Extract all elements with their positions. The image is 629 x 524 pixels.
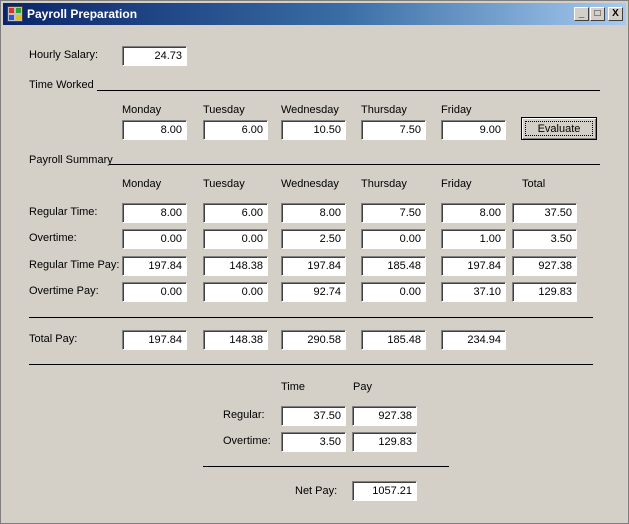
regular-time-thursday[interactable]: 7.50	[361, 203, 426, 223]
overtime-tuesday[interactable]: 0.00	[203, 229, 268, 249]
title-bar[interactable]: Payroll Preparation _ □ X	[3, 3, 626, 25]
time-worked-day-label: Friday	[441, 104, 472, 116]
overtime-pay-thursday[interactable]: 0.00	[361, 282, 426, 302]
regular-pay-monday[interactable]: 197.84	[122, 256, 187, 276]
payroll-window: Payroll Preparation _ □ X Hourly Salary:…	[0, 0, 629, 524]
monday-hours-input[interactable]: 8.00	[122, 120, 187, 140]
total-pay-tuesday[interactable]: 148.38	[203, 330, 268, 350]
totals-overtime-label: Overtime:	[223, 435, 271, 447]
overtime-pay-friday[interactable]: 37.10	[441, 282, 506, 302]
net-pay-divider	[203, 466, 449, 467]
time-worked-day-label: Monday	[122, 104, 162, 116]
close-icon: X	[612, 8, 619, 19]
regular-time-label: Regular Time:	[29, 206, 98, 218]
summary-column-header: Friday	[441, 178, 472, 190]
overtime-label: Overtime:	[29, 232, 77, 244]
summary-column-header: Wednesday	[281, 178, 339, 190]
overtime-thursday[interactable]: 0.00	[361, 229, 426, 249]
overtime-pay-total[interactable]: 129.83	[512, 282, 577, 302]
total-pay-label: Total Pay:	[29, 333, 78, 345]
window-title: Payroll Preparation	[27, 7, 138, 21]
overtime-pay-monday[interactable]: 0.00	[122, 282, 187, 302]
friday-hours-input[interactable]: 9.00	[441, 120, 506, 140]
focus-rectangle	[525, 121, 593, 136]
hourly-salary-input[interactable]: 24.73	[122, 46, 187, 66]
minimize-icon: _	[578, 8, 585, 19]
summary-column-header: Tuesday	[203, 178, 245, 190]
total-pay-divider	[29, 364, 593, 365]
hourly-salary-label: Hourly Salary:	[29, 49, 99, 61]
summary-column-header: Monday	[122, 178, 162, 190]
time-worked-day-label: Tuesday	[203, 104, 245, 116]
net-pay-label: Net Pay:	[295, 485, 338, 497]
time-worked-day-label: Wednesday	[281, 104, 339, 116]
overtime-wednesday[interactable]: 2.50	[281, 229, 346, 249]
payroll-summary-divider	[109, 164, 600, 165]
summary-column-header: Thursday	[361, 178, 407, 190]
overtime-pay-tuesday[interactable]: 0.00	[203, 282, 268, 302]
app-icon[interactable]	[7, 6, 23, 22]
regular-time-total[interactable]: 37.50	[512, 203, 577, 223]
regular-pay-wednesday[interactable]: 197.84	[281, 256, 346, 276]
total-pay-wednesday[interactable]: 290.58	[281, 330, 346, 350]
net-pay-value[interactable]: 1057.21	[352, 481, 417, 501]
totals-time-header: Time	[281, 381, 306, 393]
regular-pay-tuesday[interactable]: 148.38	[203, 256, 268, 276]
overtime-total[interactable]: 3.50	[512, 229, 577, 249]
overtime-pay-label: Overtime Pay:	[29, 285, 99, 297]
regular-time-monday[interactable]: 8.00	[122, 203, 187, 223]
summary-column-header: Total	[522, 178, 546, 190]
maximize-button[interactable]: □	[590, 7, 605, 21]
payroll-summary-section-label: Payroll Summary	[29, 154, 113, 166]
regular-pay-thursday[interactable]: 185.48	[361, 256, 426, 276]
thursday-hours-input[interactable]: 7.50	[361, 120, 426, 140]
regular-pay-total[interactable]: 927.38	[512, 256, 577, 276]
totals-overtime-time[interactable]: 3.50	[281, 432, 346, 452]
evaluate-button[interactable]: Evaluate	[521, 117, 597, 140]
regular-time-wednesday[interactable]: 8.00	[281, 203, 346, 223]
regular-pay-friday[interactable]: 197.84	[441, 256, 506, 276]
totals-regular-label: Regular:	[223, 409, 265, 421]
overtime-monday[interactable]: 0.00	[122, 229, 187, 249]
regular-time-pay-label: Regular Time Pay:	[29, 259, 120, 271]
overtime-friday[interactable]: 1.00	[441, 229, 506, 249]
summary-divider	[29, 317, 593, 318]
total-pay-monday[interactable]: 197.84	[122, 330, 187, 350]
overtime-pay-wednesday[interactable]: 92.74	[281, 282, 346, 302]
total-pay-thursday[interactable]: 185.48	[361, 330, 426, 350]
totals-pay-header: Pay	[353, 381, 372, 393]
wednesday-hours-input[interactable]: 10.50	[281, 120, 346, 140]
maximize-icon: □	[594, 8, 601, 19]
totals-regular-pay[interactable]: 927.38	[352, 406, 417, 426]
regular-time-friday[interactable]: 8.00	[441, 203, 506, 223]
time-worked-divider	[97, 90, 600, 91]
close-button[interactable]: X	[608, 7, 623, 21]
time-worked-section-label: Time Worked	[29, 79, 94, 91]
total-pay-friday[interactable]: 234.94	[441, 330, 506, 350]
totals-overtime-pay[interactable]: 129.83	[352, 432, 417, 452]
minimize-button[interactable]: _	[574, 7, 589, 21]
tuesday-hours-input[interactable]: 6.00	[203, 120, 268, 140]
time-worked-day-label: Thursday	[361, 104, 407, 116]
regular-time-tuesday[interactable]: 6.00	[203, 203, 268, 223]
totals-regular-time[interactable]: 37.50	[281, 406, 346, 426]
